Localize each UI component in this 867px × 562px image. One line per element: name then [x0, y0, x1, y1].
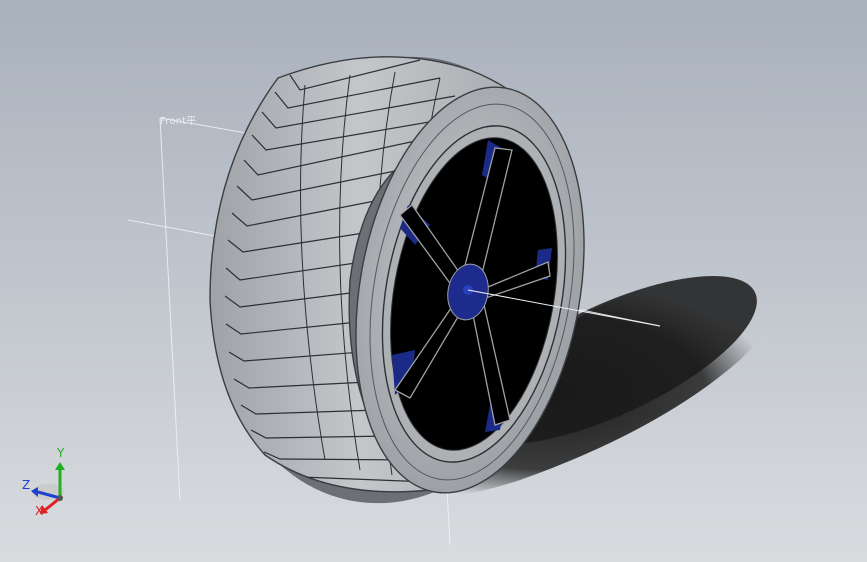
3d-scene[interactable]: [0, 0, 867, 562]
triad-z-label: Z: [22, 478, 31, 492]
graphics-viewport[interactable]: Front平 Y Z X: [0, 0, 867, 562]
plane-label[interactable]: Front平: [160, 112, 197, 127]
triad-y-label: Y: [57, 446, 65, 460]
triad-x-label: X: [35, 504, 44, 518]
